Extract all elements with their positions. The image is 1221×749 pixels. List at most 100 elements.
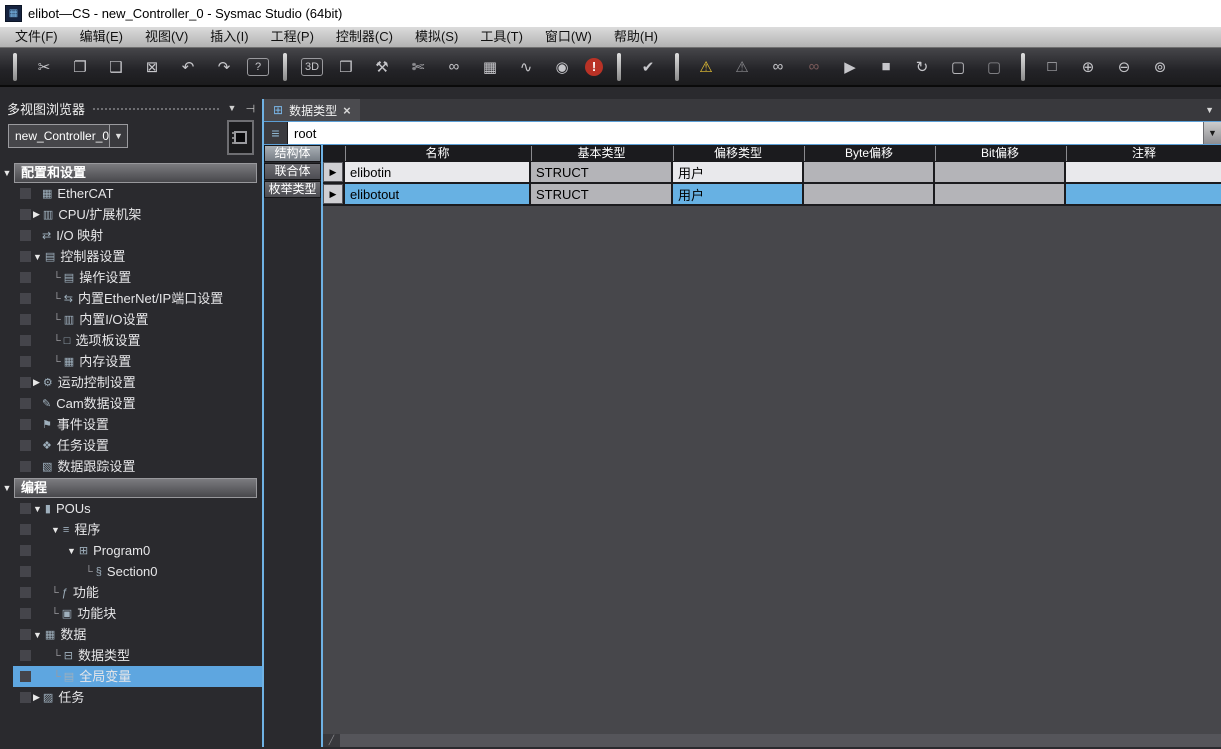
item-expander-icon[interactable]: └ bbox=[53, 671, 61, 683]
synchronize-icon[interactable]: ↻ bbox=[909, 54, 935, 80]
warning-off-icon[interactable]: ⚠ bbox=[729, 54, 755, 80]
tab-data-types[interactable]: ⊞ 数据类型 × bbox=[264, 99, 360, 121]
item-expander-icon[interactable]: └ bbox=[53, 650, 61, 662]
scrollbar-track[interactable] bbox=[340, 734, 1221, 747]
item-expander-icon[interactable]: ▼ bbox=[33, 252, 42, 262]
close-icon[interactable]: × bbox=[343, 103, 351, 118]
cascade-windows-icon[interactable]: ❒ bbox=[333, 54, 359, 80]
menu-item[interactable]: 编辑(E) bbox=[69, 27, 134, 47]
item-expander-icon[interactable]: └ bbox=[53, 335, 61, 347]
cell-name[interactable]: elibotin bbox=[345, 162, 529, 182]
tree-item[interactable]: ✎ Cam数据设置 bbox=[0, 393, 262, 414]
item-expander-icon[interactable]: └ bbox=[51, 608, 59, 620]
menu-item[interactable]: 模拟(S) bbox=[404, 27, 469, 47]
tree-item[interactable]: └ ƒ 功能 bbox=[0, 582, 262, 603]
tree-item[interactable]: ▶ ⚙ 运动控制设置 bbox=[0, 372, 262, 393]
panel-menu-icon[interactable]: ▼ bbox=[227, 103, 236, 113]
root-path-input[interactable]: root bbox=[288, 122, 1203, 144]
tree-item[interactable]: ⇄ I/O 映射 bbox=[0, 225, 262, 246]
stop-mode-icon[interactable]: ■ bbox=[873, 54, 899, 80]
item-expander-icon[interactable]: └ bbox=[53, 293, 61, 305]
tree-item[interactable]: └ ▥ 内置I/O设置 bbox=[0, 309, 262, 330]
run-mode-icon[interactable]: ▶ bbox=[837, 54, 863, 80]
elibotout[interactable]: ▶ elibotout STRUCT 用户 bbox=[323, 184, 1221, 206]
cell-offset-type[interactable]: 用户 bbox=[673, 162, 802, 182]
tree-item[interactable]: ▼ ▮ POUs bbox=[0, 498, 262, 519]
cut-icon[interactable]: ✂ bbox=[31, 54, 57, 80]
warning-icon[interactable]: ⚠ bbox=[693, 54, 719, 80]
search-icon[interactable]: ◉ bbox=[549, 54, 575, 80]
redo-icon[interactable]: ↷ bbox=[211, 54, 237, 80]
program-check-icon[interactable]: ✔ bbox=[635, 54, 661, 80]
rebuild-icon[interactable]: ✄ bbox=[405, 54, 431, 80]
menu-item[interactable]: 工具(T) bbox=[469, 27, 534, 47]
help-icon[interactable]: ? bbox=[247, 58, 269, 76]
tree-view-icon[interactable]: ≡ bbox=[264, 122, 288, 144]
category-tab[interactable]: 结构体 bbox=[264, 145, 321, 162]
zoom-out-icon[interactable]: ⊖ bbox=[1111, 54, 1137, 80]
item-expander-icon[interactable]: ▼ bbox=[51, 525, 60, 535]
tab-list-icon[interactable]: ▼ bbox=[1205, 105, 1214, 115]
item-expander-icon[interactable]: ▶ bbox=[33, 377, 40, 388]
zoom-100-icon[interactable]: ⊚ bbox=[1147, 54, 1173, 80]
tree-item[interactable]: └ ▤ 全局变量 bbox=[0, 666, 262, 687]
tree-item[interactable]: ⚑ 事件设置 bbox=[0, 414, 262, 435]
root-combo-button[interactable]: ▼ bbox=[1203, 122, 1221, 144]
menu-item[interactable]: 帮助(H) bbox=[603, 27, 669, 47]
section-expander-icon[interactable]: ▼ bbox=[0, 483, 14, 493]
tree-item[interactable]: ▼ ⊞ Program0 bbox=[0, 540, 262, 561]
tree-item[interactable]: ▶ ▨ 任务 bbox=[0, 687, 262, 708]
delete-icon[interactable]: ⊠ bbox=[139, 54, 165, 80]
cell-base-type[interactable]: STRUCT bbox=[531, 162, 671, 182]
abort-icon[interactable]: ! bbox=[585, 58, 603, 76]
item-expander-icon[interactable]: ▶ bbox=[33, 209, 40, 220]
menu-item[interactable]: 视图(V) bbox=[134, 27, 199, 47]
fit-zoom-icon[interactable]: □ bbox=[1039, 54, 1065, 80]
section-expander-icon[interactable]: ▼ bbox=[0, 168, 14, 178]
tree-item[interactable]: ▼ ≡ 程序 bbox=[0, 519, 262, 540]
tree-item[interactable]: ▼ ▦ 数据 bbox=[0, 624, 262, 645]
item-expander-icon[interactable]: └ bbox=[53, 272, 61, 284]
item-expander-icon[interactable]: ▼ bbox=[33, 630, 42, 640]
chevron-down-icon[interactable]: ▼ bbox=[109, 125, 127, 147]
elibotin[interactable]: ▶ elibotin STRUCT 用户 bbox=[323, 162, 1221, 184]
tree-item[interactable]: └ ▦ 内存设置 bbox=[0, 351, 262, 372]
menu-item[interactable]: 窗口(W) bbox=[534, 27, 603, 47]
tree-item[interactable]: ▼ ▤ 控制器设置 bbox=[0, 246, 262, 267]
row-expander-icon[interactable]: ▶ bbox=[323, 162, 343, 182]
item-expander-icon[interactable]: ▼ bbox=[33, 504, 42, 514]
cell-offset-type[interactable]: 用户 bbox=[673, 184, 802, 204]
tree-item[interactable]: ▶ ▥ CPU/扩展机架 bbox=[0, 204, 262, 225]
watch-window-icon[interactable]: ∞ bbox=[441, 54, 467, 80]
pin-icon[interactable]: ⊤ bbox=[244, 103, 257, 113]
column-header[interactable]: Byte偏移 bbox=[804, 146, 933, 161]
tree-item[interactable]: └ ▣ 功能块 bbox=[0, 603, 262, 624]
tree-item[interactable]: ❖ 任务设置 bbox=[0, 435, 262, 456]
menu-item[interactable]: 插入(I) bbox=[199, 27, 259, 47]
build-icon[interactable]: ⚒ bbox=[369, 54, 395, 80]
row-expander-icon[interactable]: ▶ bbox=[323, 184, 343, 204]
category-tab[interactable]: 枚举类型 bbox=[264, 181, 321, 198]
column-header[interactable]: Bit偏移 bbox=[935, 146, 1064, 161]
tree-item[interactable]: ▼ 编程 bbox=[0, 477, 262, 498]
menu-item[interactable]: 文件(F) bbox=[4, 27, 69, 47]
item-expander-icon[interactable]: └ bbox=[85, 566, 93, 578]
category-tab[interactable]: 联合体 bbox=[264, 163, 321, 180]
tree-item[interactable]: └ □ 选项板设置 bbox=[0, 330, 262, 351]
column-header[interactable]: 注释 bbox=[1066, 146, 1221, 161]
item-expander-icon[interactable]: ▶ bbox=[33, 692, 40, 703]
column-header[interactable]: 名称 bbox=[345, 146, 529, 161]
cell-comment[interactable] bbox=[1066, 184, 1221, 204]
cell-name[interactable]: elibotout bbox=[345, 184, 529, 204]
monitor-icon[interactable]: ∞ bbox=[765, 54, 791, 80]
cell-comment[interactable] bbox=[1066, 162, 1221, 182]
online-edit-icon[interactable]: ▢ bbox=[945, 54, 971, 80]
copy-icon[interactable]: ❐ bbox=[67, 54, 93, 80]
tree-item[interactable]: ▧ 数据跟踪设置 bbox=[0, 456, 262, 477]
io-map-icon[interactable]: ∿ bbox=[513, 54, 539, 80]
tree-item[interactable]: ▦ EtherCAT bbox=[0, 183, 262, 204]
tree-item[interactable]: └ ⇆ 内置EtherNet/IP端口设置 bbox=[0, 288, 262, 309]
item-expander-icon[interactable]: └ bbox=[53, 356, 61, 368]
column-header[interactable]: 偏移类型 bbox=[673, 146, 802, 161]
column-header[interactable]: 基本类型 bbox=[531, 146, 671, 161]
